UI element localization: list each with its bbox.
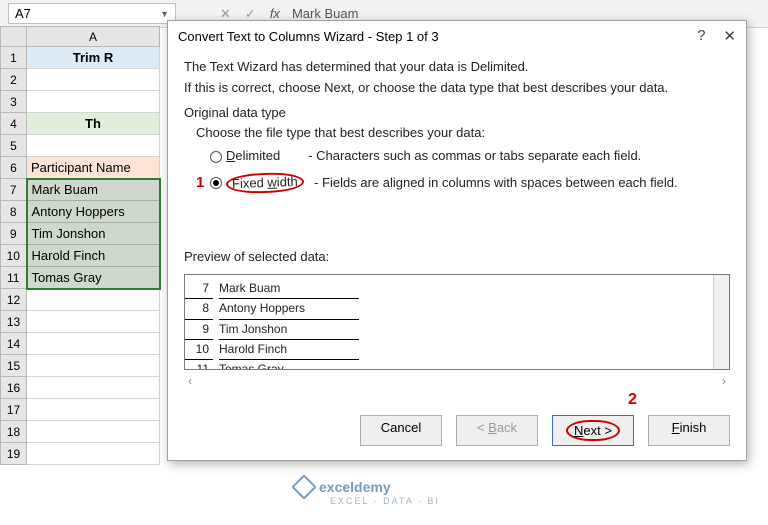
cell-a10[interactable]: Harold Finch (27, 245, 160, 267)
cell-a12[interactable] (27, 289, 160, 311)
preview-row: 10Harold Finch (185, 340, 729, 360)
row-header[interactable]: 12 (1, 289, 27, 311)
cell-a2[interactable] (27, 69, 160, 91)
annotation-2: 2 (628, 391, 637, 409)
cell-a13[interactable] (27, 311, 160, 333)
corner-cell[interactable] (1, 27, 27, 47)
fixed-width-desc: - Fields are aligned in columns with spa… (314, 171, 677, 196)
cell-a17[interactable] (27, 399, 160, 421)
cancel-button[interactable]: Cancel (360, 415, 442, 446)
delimited-option[interactable]: Delimited - Characters such as commas or… (210, 144, 730, 169)
intro-text-2: If this is correct, choose Next, or choo… (184, 78, 730, 99)
preview-box: 7Mark Buam8Antony Hoppers9Tim Jonshon10H… (184, 274, 730, 370)
preview-row: 9Tim Jonshon (185, 320, 729, 340)
dialog-body: The Text Wizard has determined that your… (168, 51, 746, 391)
cell-a16[interactable] (27, 377, 160, 399)
row-header[interactable]: 4 (1, 113, 27, 135)
row-header[interactable]: 19 (1, 443, 27, 465)
dialog-titlebar[interactable]: Convert Text to Columns Wizard - Step 1 … (168, 21, 746, 51)
finish-button[interactable]: Finish (648, 415, 730, 446)
scroll-right-icon[interactable]: › (722, 372, 726, 391)
watermark-icon (291, 474, 316, 499)
back-button: < Back (456, 415, 538, 446)
row-header[interactable]: 1 (1, 47, 27, 69)
row-header[interactable]: 6 (1, 157, 27, 179)
cell-a11[interactable]: Tomas Gray (27, 267, 160, 289)
cell-a8[interactable]: Antony Hoppers (27, 201, 160, 223)
watermark-text: exceldemy (319, 479, 391, 495)
preview-row: 8Antony Hoppers (185, 299, 729, 319)
name-box-dropdown-icon[interactable]: ▼ (160, 9, 169, 19)
text-to-columns-dialog: Convert Text to Columns Wizard - Step 1 … (167, 20, 747, 461)
row-header[interactable]: 16 (1, 377, 27, 399)
cell-a7[interactable]: Mark Buam (27, 179, 160, 201)
row-header[interactable]: 3 (1, 91, 27, 113)
preview-vertical-scrollbar[interactable] (713, 275, 729, 369)
row-header[interactable]: 15 (1, 355, 27, 377)
delimited-desc: - Characters such as commas or tabs sepa… (308, 144, 641, 169)
row-header[interactable]: 7 (1, 179, 27, 201)
preview-row: 11Tomas Gray (185, 360, 729, 370)
original-data-type-label: Original data type (184, 103, 730, 124)
preview-horizontal-scrollbar[interactable]: ‹› (184, 372, 730, 391)
next-button[interactable]: Next > (552, 415, 634, 446)
cell-a19[interactable] (27, 443, 160, 465)
fixed-width-option[interactable]: 1 Fixed width - Fields are aligned in co… (196, 169, 730, 198)
radio-checked-icon (210, 177, 222, 189)
name-box[interactable]: A7 ▼ (8, 3, 176, 24)
row-header[interactable]: 14 (1, 333, 27, 355)
row-header[interactable]: 11 (1, 267, 27, 289)
formula-bar-value[interactable]: Mark Buam (292, 6, 358, 21)
scroll-left-icon[interactable]: ‹ (188, 372, 192, 391)
help-icon[interactable]: ? (697, 27, 705, 45)
cell-a1[interactable]: Trim R (27, 47, 160, 69)
preview-row: 7Mark Buam (185, 279, 729, 299)
annotation-1: 1 (196, 169, 204, 198)
dialog-title: Convert Text to Columns Wizard - Step 1 … (178, 29, 439, 44)
row-header[interactable]: 2 (1, 69, 27, 91)
preview-label: Preview of selected data: (184, 247, 730, 268)
col-header-a[interactable]: A (27, 27, 160, 47)
cell-a15[interactable] (27, 355, 160, 377)
watermark-sub: EXCEL · DATA · BI (330, 496, 440, 506)
cell-a5[interactable] (27, 135, 160, 157)
cell-a9[interactable]: Tim Jonshon (27, 223, 160, 245)
cell-a6[interactable]: Participant Name (27, 157, 160, 179)
cell-a18[interactable] (27, 421, 160, 443)
row-header[interactable]: 9 (1, 223, 27, 245)
watermark: exceldemy (295, 478, 391, 496)
row-header[interactable]: 5 (1, 135, 27, 157)
row-header[interactable]: 13 (1, 311, 27, 333)
fixed-width-highlight: Fixed width (226, 172, 304, 194)
cell-a14[interactable] (27, 333, 160, 355)
choose-file-type-label: Choose the file type that best describes… (196, 123, 730, 144)
name-box-value: A7 (15, 6, 31, 21)
close-icon[interactable]: ✕ (723, 27, 736, 45)
row-header[interactable]: 8 (1, 201, 27, 223)
row-header[interactable]: 17 (1, 399, 27, 421)
cell-a4[interactable]: Th (27, 113, 160, 135)
spreadsheet-grid[interactable]: A 1Trim R 2 3 4Th 5 6Participant Name 7M… (0, 26, 161, 465)
row-header[interactable]: 18 (1, 421, 27, 443)
row-header[interactable]: 10 (1, 245, 27, 267)
radio-unchecked-icon (210, 151, 222, 163)
cell-a3[interactable] (27, 91, 160, 113)
dialog-button-row: 2 Cancel < Back Next > Finish (168, 391, 746, 460)
intro-text-1: The Text Wizard has determined that your… (184, 57, 730, 78)
